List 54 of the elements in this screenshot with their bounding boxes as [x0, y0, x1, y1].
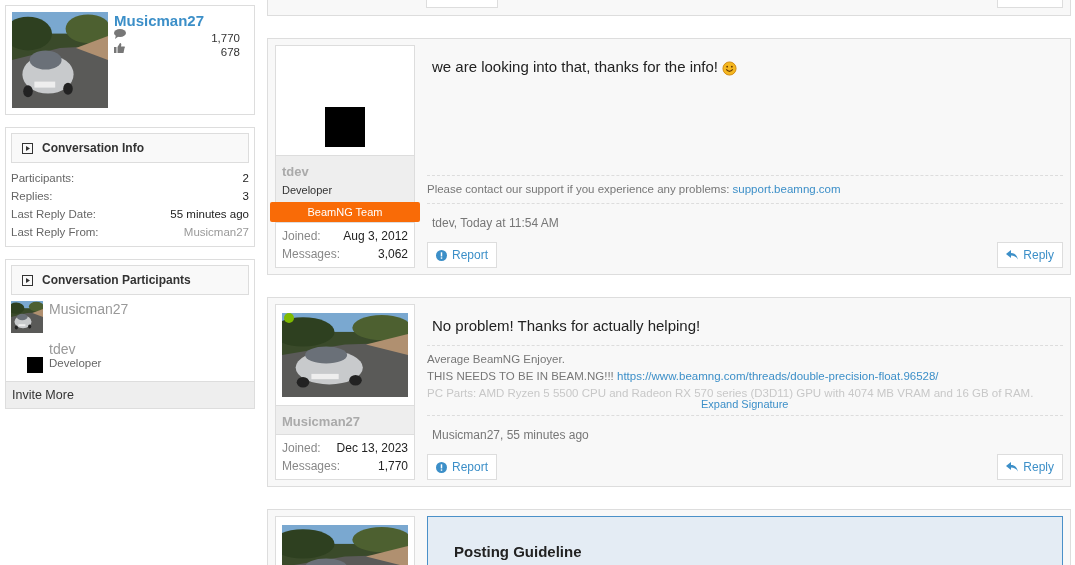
signature-link[interactable]: https://www.beamng.com/threads/double-precision-float.96528/: [617, 370, 939, 382]
stat-label: Joined:: [282, 440, 321, 457]
username: tdev: [282, 164, 309, 179]
message-count: 1,770: [211, 31, 240, 46]
stat-value: 1,770: [377, 458, 408, 475]
speech-bubble-icon: [114, 29, 126, 39]
report-button[interactable]: Report: [427, 242, 498, 268]
avatar: [27, 357, 43, 373]
info-value: 2: [242, 171, 249, 186]
info-label: Participants:: [11, 171, 75, 186]
info-value: 3: [242, 189, 249, 204]
section-title: Conversation Participants: [42, 273, 191, 287]
info-user-link[interactable]: Musicman27: [183, 223, 249, 241]
message-text: No problem! Thanks for actually helping!: [432, 317, 701, 334]
reply-icon: [1006, 462, 1019, 472]
report-button[interactable]: Report: [427, 454, 498, 480]
stat-value: 3,062: [377, 246, 408, 263]
like-count: 678: [220, 45, 240, 60]
collapse-icon[interactable]: [22, 142, 33, 154]
info-label: Last Reply Date:: [11, 207, 96, 222]
signature-line: THIS NEEDS TO BE IN BEAM.NG!!! https://www.beamng.com/threads/double-precision-float.96528/: [427, 369, 940, 384]
signature-line: Please contact our support if you experience any problems: support.beamng.com: [427, 182, 842, 197]
collapse-icon[interactable]: [22, 274, 33, 286]
participant-role: Developer: [49, 357, 102, 369]
thumbs-up-icon: [114, 43, 125, 53]
notice-title: Posting Guideline: [454, 543, 582, 560]
signature-line: Average BeamNG Enjoyer.: [427, 352, 566, 367]
user-title: Developer: [282, 184, 333, 196]
participant-name[interactable]: tdev: [49, 341, 102, 357]
avatar: [325, 107, 365, 147]
reply-button[interactable]: Reply: [997, 242, 1063, 268]
signature-link[interactable]: support.beamng.com: [732, 183, 841, 195]
alert-icon: [436, 249, 447, 261]
post-meta: tdev, Today at 11:54 AM: [432, 216, 559, 230]
info-label: Last Reply From:: [11, 225, 99, 240]
info-label: Replies:: [11, 189, 53, 204]
post-meta: Musicman27, 55 minutes ago: [432, 428, 589, 442]
section-title: Conversation Info: [42, 141, 144, 155]
alert-icon: [436, 461, 447, 473]
username: Musicman27: [282, 414, 361, 429]
info-value: 55 minutes ago: [170, 207, 249, 222]
stat-value: Aug 3, 2012: [343, 228, 408, 245]
message-text: we are looking into that, thanks for the info!: [432, 58, 718, 75]
expand-signature-link[interactable]: Expand Signature: [701, 399, 789, 410]
stat-label: Messages:: [282, 458, 341, 475]
reply-button[interactable]: Reply: [997, 454, 1063, 480]
stat-label: Joined:: [282, 228, 321, 245]
stat-label: Messages:: [282, 246, 341, 263]
profile-username[interactable]: Musicman27: [114, 12, 240, 29]
invite-more-link[interactable]: Invite More: [6, 381, 254, 408]
stat-value: Dec 13, 2023: [336, 440, 408, 457]
reply-icon: [1006, 250, 1019, 260]
participant-name[interactable]: Musicman27: [49, 301, 129, 317]
team-banner: BeamNG Team: [270, 202, 420, 222]
